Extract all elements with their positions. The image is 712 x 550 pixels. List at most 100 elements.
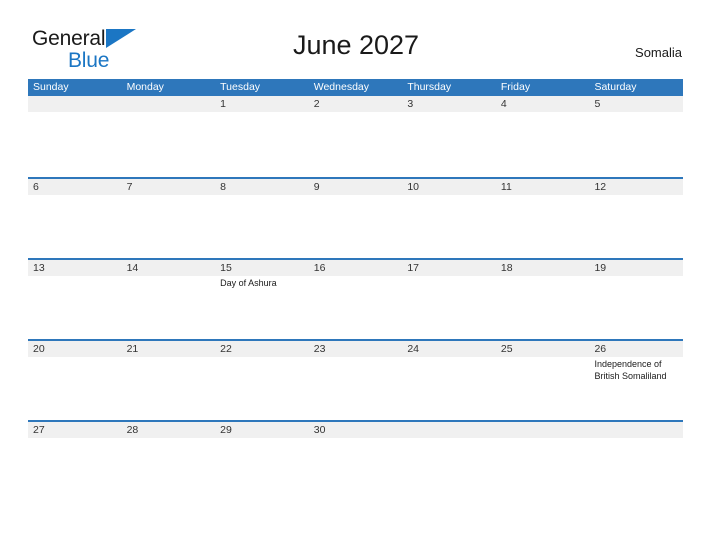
day-number: 8	[220, 181, 226, 193]
calendar-day-cell[interactable]: 6	[28, 179, 122, 258]
calendar-day-cell[interactable]: 28	[122, 422, 216, 501]
day-events	[314, 112, 399, 114]
day-events	[314, 357, 399, 359]
calendar-day-cell[interactable]: 16	[309, 260, 403, 339]
calendar-week-row: 13 14 15 Day of Ashura 16 17 18 19	[28, 258, 683, 339]
day-number: 23	[313, 343, 326, 355]
day-events	[220, 195, 305, 197]
day-events	[127, 438, 212, 440]
day-events	[314, 438, 399, 440]
day-events	[220, 112, 305, 114]
calendar-day-cell[interactable]: 12	[589, 179, 683, 258]
calendar-day-cell[interactable]: 21	[122, 341, 216, 420]
calendar-grid: Sunday Monday Tuesday Wednesday Thursday…	[28, 79, 683, 501]
event-label: Day of Ashura	[220, 278, 277, 288]
weekday-header-friday: Friday	[500, 81, 531, 93]
day-events	[594, 112, 679, 114]
day-number	[127, 96, 212, 112]
day-number: 26	[594, 343, 607, 355]
day-number: 13	[33, 262, 45, 274]
weekday-header-tuesday: Tuesday	[220, 81, 261, 93]
day-events	[127, 276, 212, 278]
calendar-day-cell[interactable]: 18	[496, 260, 590, 339]
calendar-day-cell-empty	[122, 96, 216, 177]
calendar-day-cell[interactable]: 4	[496, 96, 590, 177]
day-number: 15	[220, 262, 232, 274]
calendar-day-cell[interactable]: 15 Day of Ashura	[215, 260, 309, 339]
calendar-day-cell[interactable]: 20	[28, 341, 122, 420]
day-events: Independence of British Somaliland	[594, 357, 679, 382]
day-number	[33, 96, 118, 112]
day-number: 18	[500, 262, 513, 274]
day-events	[501, 195, 586, 197]
calendar-day-cell[interactable]: 26 Independence of British Somaliland	[589, 341, 683, 420]
day-events	[501, 357, 586, 359]
day-number: 17	[407, 262, 419, 274]
calendar-day-cell[interactable]: 3	[402, 96, 496, 177]
day-number: 19	[594, 262, 607, 274]
calendar-day-cell-empty	[589, 422, 683, 501]
day-events	[127, 357, 212, 359]
calendar-day-cell[interactable]: 24	[402, 341, 496, 420]
day-events	[594, 276, 679, 278]
calendar-day-cell[interactable]: 29	[215, 422, 309, 501]
calendar-week-row: 6 7 8 9 10 11 12	[28, 177, 683, 258]
day-events	[501, 112, 586, 114]
day-number: 20	[33, 343, 45, 355]
calendar-week-row: 20 21 22 23 24 25 26 Independence of British So…	[28, 339, 683, 420]
calendar-day-cell[interactable]: 30	[309, 422, 403, 501]
day-number: 11	[500, 181, 512, 193]
calendar-day-cell[interactable]: 1	[215, 96, 309, 177]
day-events	[501, 438, 586, 440]
day-events	[407, 195, 492, 197]
day-number: 6	[33, 181, 39, 193]
calendar-week-row: 1 2 3 4 5	[28, 96, 683, 177]
day-events	[33, 195, 118, 197]
day-number: 2	[313, 98, 320, 110]
weekday-header-sunday: Sunday	[33, 81, 69, 93]
calendar-day-cell[interactable]: 7	[122, 179, 216, 258]
day-events	[33, 357, 118, 359]
weekday-header-monday: Monday	[126, 81, 164, 93]
day-events	[501, 276, 586, 278]
day-events	[407, 357, 492, 359]
day-number: 14	[126, 262, 139, 274]
day-number	[407, 422, 492, 438]
calendar-day-cell[interactable]: 10	[402, 179, 496, 258]
calendar-day-cell[interactable]: 25	[496, 341, 590, 420]
day-number: 12	[594, 181, 607, 193]
calendar-day-cell[interactable]: 14	[122, 260, 216, 339]
day-number: 3	[407, 98, 414, 110]
calendar-weeks: 1 2 3 4 5 6 7 8 9 10 11 12 13 14 15 Day of Ashura 16 17 18…	[28, 96, 683, 501]
calendar-day-cell[interactable]: 2	[309, 96, 403, 177]
calendar-day-cell[interactable]: 5	[589, 96, 683, 177]
day-number: 27	[33, 424, 45, 436]
calendar-day-cell[interactable]: 9	[309, 179, 403, 258]
day-number: 5	[594, 98, 601, 110]
day-events	[407, 276, 492, 278]
day-number: 1	[220, 98, 226, 110]
calendar-day-cell-empty	[496, 422, 590, 501]
day-number: 9	[313, 181, 320, 193]
calendar-day-cell[interactable]: 13	[28, 260, 122, 339]
page-title: June 2027	[292, 30, 420, 60]
weekday-header-row: Sunday Monday Tuesday Wednesday Thursday…	[28, 79, 683, 96]
day-events: Day of Ashura	[220, 276, 305, 290]
calendar-day-cell[interactable]: 19	[589, 260, 683, 339]
calendar-day-cell[interactable]: 23	[309, 341, 403, 420]
calendar-day-cell-empty	[402, 422, 496, 501]
day-events	[407, 112, 492, 114]
calendar-day-cell[interactable]: 8	[215, 179, 309, 258]
locale-label: Somalia	[635, 45, 682, 60]
calendar-day-cell[interactable]: 27	[28, 422, 122, 501]
day-events	[220, 438, 305, 440]
calendar-day-cell-empty	[28, 96, 122, 177]
calendar-day-cell[interactable]: 17	[402, 260, 496, 339]
day-number: 16	[313, 262, 326, 274]
day-number: 28	[126, 424, 139, 436]
day-number: 30	[313, 424, 326, 436]
calendar-day-cell[interactable]: 22	[215, 341, 309, 420]
day-number: 22	[220, 343, 232, 355]
day-events	[407, 438, 492, 440]
calendar-day-cell[interactable]: 11	[496, 179, 590, 258]
